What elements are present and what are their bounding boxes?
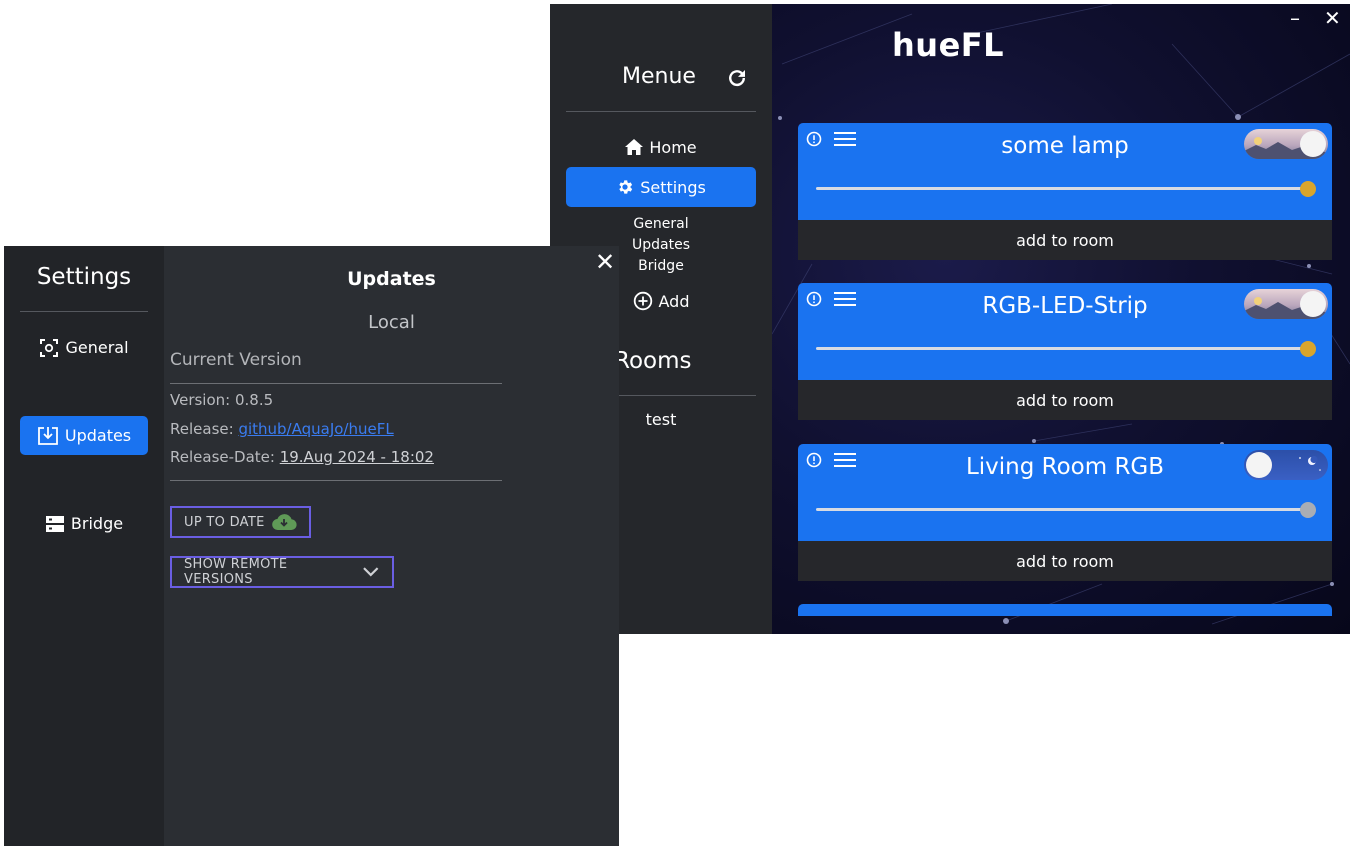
lamp-power-toggle[interactable] [1244, 129, 1328, 159]
divider [170, 480, 502, 481]
home-icon [625, 139, 644, 155]
release-link[interactable]: github/AquaJo/hueFL [238, 420, 393, 438]
release-date-prefix: Release-Date: [170, 448, 280, 466]
nav-item-label: Home [649, 137, 697, 157]
settings-nav-label: General [65, 338, 129, 357]
settings-nav-general[interactable]: General [20, 328, 148, 367]
current-version-label: Current Version [170, 350, 302, 370]
lamp-power-toggle[interactable] [1244, 289, 1328, 319]
add-label: Add [658, 291, 690, 311]
settings-sidebar: Settings General Updates Bridge [4, 246, 164, 846]
lamp-card-header: some lamp [798, 123, 1332, 220]
nav-item-label: Settings [640, 177, 706, 197]
nav-item-home[interactable]: Home [566, 127, 756, 167]
app-title: hueFL [892, 26, 1005, 64]
close-button[interactable]: ✕ [1324, 6, 1341, 30]
gear-icon [619, 180, 633, 194]
release-prefix: Release: [170, 420, 239, 438]
brightness-slider[interactable] [816, 508, 1308, 511]
add-to-room-button[interactable]: add to room [798, 220, 1332, 260]
brightness-slider-knob[interactable] [1300, 502, 1316, 518]
show-remote-versions-label: SHOW REMOTE VERSIONS [184, 557, 288, 587]
release-date-line: Release-Date: 19.Aug 2024 - 18:02 [170, 448, 434, 466]
toggle-knob [1300, 131, 1326, 157]
focus-icon [40, 338, 59, 357]
toggle-knob [1246, 452, 1272, 478]
download-icon [37, 426, 58, 445]
refresh-icon[interactable] [725, 66, 749, 90]
add-to-room-button[interactable]: add to room [798, 541, 1332, 581]
lamp-power-toggle[interactable] [1244, 450, 1328, 480]
settings-nav-label: Updates [64, 426, 132, 445]
brightness-slider[interactable] [816, 187, 1308, 190]
show-remote-versions-button[interactable]: SHOW REMOTE VERSIONS [170, 556, 394, 588]
nav-item-settings[interactable]: Settings [566, 167, 756, 207]
settings-nav-label: Bridge [70, 514, 124, 533]
menu-title: Menue [622, 64, 696, 89]
minimize-button[interactable]: – [1290, 6, 1300, 30]
settings-window: Settings General Updates Bridge ✕ Update… [4, 246, 619, 846]
up-to-date-button[interactable]: UP TO DATE [170, 506, 311, 538]
lamp-card-header: Living Room RGB [798, 444, 1332, 541]
rooms-title: Rooms [614, 348, 692, 374]
release-line: Release: github/AquaJo/hueFL [170, 420, 394, 438]
lamp-card: some lamp add to room [798, 123, 1332, 260]
chevron-down-icon [363, 567, 379, 577]
page-title: Updates [347, 268, 436, 290]
menu-divider [566, 111, 756, 112]
section-label: Local [368, 312, 415, 333]
cloud-download-icon [271, 514, 297, 531]
settings-nav-bridge[interactable]: Bridge [20, 504, 148, 543]
settings-title: Settings [36, 264, 132, 290]
release-date: 19.Aug 2024 - 18:02 [279, 448, 434, 466]
settings-divider [20, 311, 148, 312]
lamp-card: RGB-LED-Strip add to room [798, 283, 1332, 420]
add-to-room-button[interactable]: add to room [798, 380, 1332, 420]
lamp-card [798, 604, 1332, 616]
sub-item-general[interactable]: General [566, 216, 756, 232]
brightness-slider-knob[interactable] [1300, 341, 1316, 357]
main-window: hueFL – ✕ some lamp add to room RGB-LED-… [550, 4, 1350, 634]
up-to-date-label: UP TO DATE [184, 514, 265, 530]
add-circle-icon [633, 291, 652, 311]
brightness-slider-knob[interactable] [1300, 181, 1316, 197]
lamp-card-header: RGB-LED-Strip [798, 283, 1332, 380]
settings-nav-updates[interactable]: Updates [20, 416, 148, 455]
toggle-knob [1300, 291, 1326, 317]
version-line: Version: 0.8.5 [170, 391, 274, 409]
divider [170, 383, 502, 384]
main-content: hueFL – ✕ some lamp add to room RGB-LED-… [772, 4, 1350, 634]
server-icon [45, 515, 64, 532]
brightness-slider[interactable] [816, 347, 1308, 350]
lamp-card: Living Room RGB add to room [798, 444, 1332, 581]
